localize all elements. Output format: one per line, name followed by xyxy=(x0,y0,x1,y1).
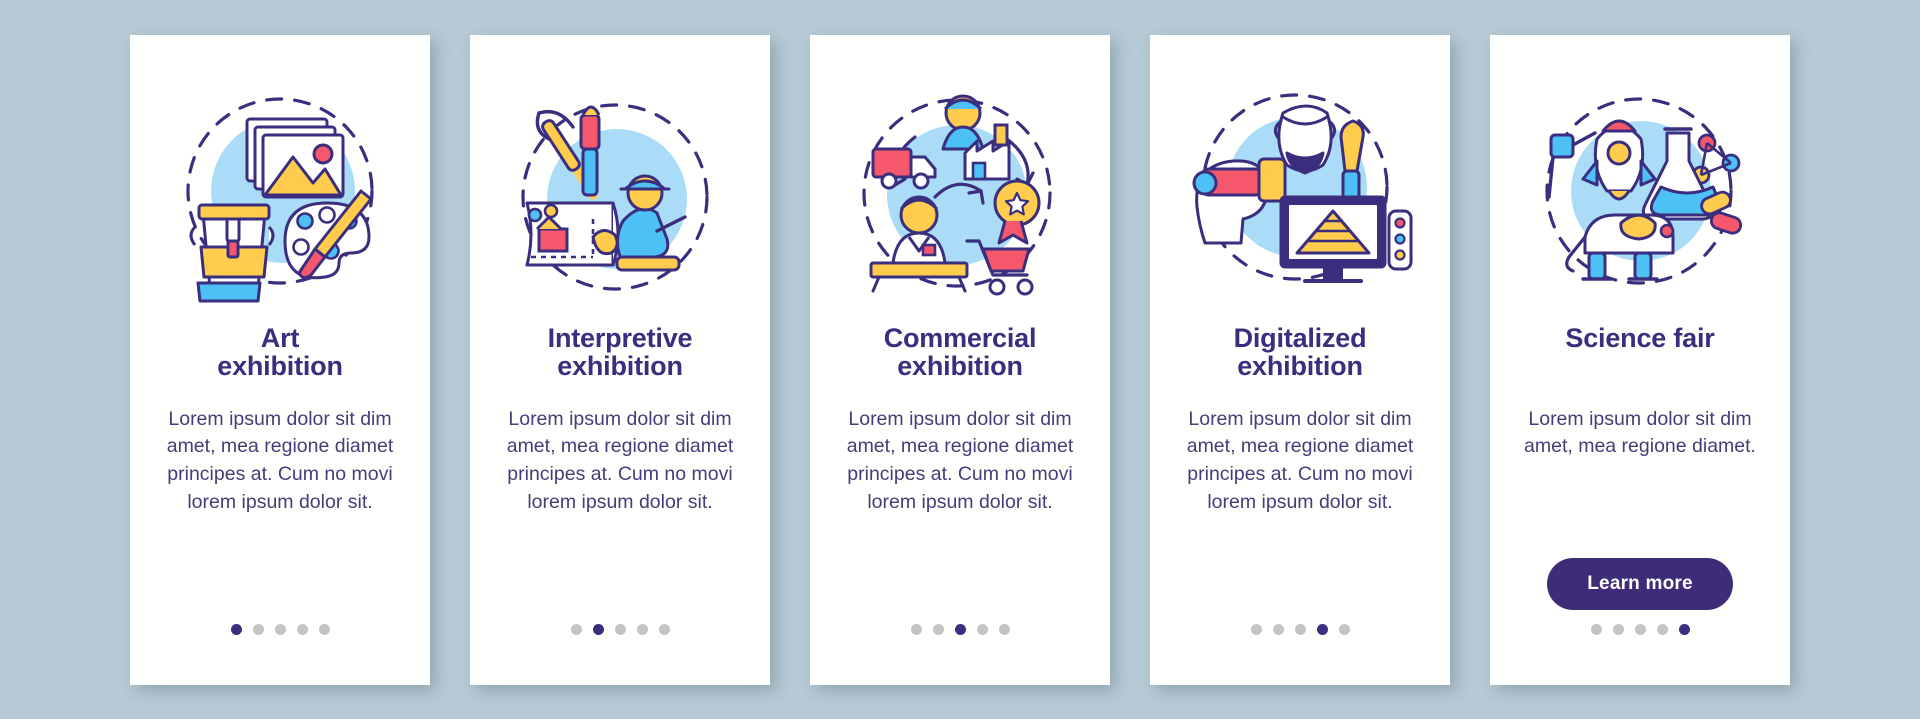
pagination-dot[interactable] xyxy=(592,623,604,635)
art-exhibition-illustration xyxy=(165,91,395,306)
card-title-line2: exhibition xyxy=(557,351,683,382)
pagination-dots[interactable] xyxy=(570,623,670,635)
digitalized-exhibition-illustration xyxy=(1185,91,1415,306)
pagination-dot[interactable] xyxy=(658,623,670,635)
pagination-dots[interactable] xyxy=(1250,623,1350,635)
card-title: Digitalized exhibition xyxy=(1220,322,1381,384)
card-description: Lorem ipsum dolor sit dim amet, mea regi… xyxy=(166,407,394,513)
pagination-dot[interactable] xyxy=(570,623,582,635)
onboarding-card-art-exhibition[interactable]: Art exhibition Lorem ipsum dolor sit dim… xyxy=(130,34,430,685)
card-description: Lorem ipsum dolor sit dim amet, mea regi… xyxy=(506,407,734,513)
onboarding-screens-board: Art exhibition Lorem ipsum dolor sit dim… xyxy=(0,0,1920,719)
pagination-dot[interactable] xyxy=(230,623,242,635)
pagination-dot[interactable] xyxy=(1316,623,1328,635)
card-title-line2: exhibition xyxy=(897,351,1023,382)
card-title-line1: Science fair xyxy=(1565,322,1715,353)
card-title-line1: Digitalized xyxy=(1233,322,1367,353)
pagination-dots[interactable] xyxy=(910,623,1010,635)
science-fair-illustration xyxy=(1525,91,1755,306)
pagination-dot[interactable] xyxy=(1338,623,1350,635)
onboarding-card-digitalized-exhibition[interactable]: Digitalized exhibition Lorem ipsum dolor… xyxy=(1150,34,1450,685)
pagination-dot[interactable] xyxy=(252,623,264,635)
pagination-dot[interactable] xyxy=(1294,623,1306,635)
card-title-line2: exhibition xyxy=(217,351,343,382)
card-description: Lorem ipsum dolor sit dim amet, mea regi… xyxy=(846,407,1074,513)
card-title-line1: Interpretive xyxy=(547,322,693,353)
pagination-dot[interactable] xyxy=(1612,623,1624,635)
onboarding-card-interpretive-exhibition[interactable]: Interpretive exhibition Lorem ipsum dolo… xyxy=(470,34,770,685)
pagination-dot[interactable] xyxy=(1656,623,1668,635)
learn-more-button[interactable]: Learn more xyxy=(1547,557,1733,610)
pagination-dots[interactable] xyxy=(1590,623,1690,635)
pagination-dot[interactable] xyxy=(1590,623,1602,635)
pagination-dot[interactable] xyxy=(614,623,626,635)
interpretive-exhibition-illustration xyxy=(505,91,735,306)
pagination-dot[interactable] xyxy=(1272,623,1284,635)
card-title-line2: exhibition xyxy=(1237,351,1363,382)
pagination-dot[interactable] xyxy=(976,623,988,635)
card-title: Commercial exhibition xyxy=(870,322,1051,384)
pagination-dot[interactable] xyxy=(932,623,944,635)
card-title-line1: Commercial xyxy=(883,322,1037,353)
card-description: Lorem ipsum dolor sit dim amet, mea regi… xyxy=(1186,407,1414,513)
pagination-dot[interactable] xyxy=(274,623,286,635)
pagination-dot[interactable] xyxy=(296,623,308,635)
pagination-dots[interactable] xyxy=(230,623,330,635)
onboarding-card-commercial-exhibition[interactable]: Commercial exhibition Lorem ipsum dolor … xyxy=(810,34,1110,685)
pagination-dot[interactable] xyxy=(1678,623,1690,635)
commercial-exhibition-illustration xyxy=(845,91,1075,306)
card-title: Science fair xyxy=(1551,322,1728,384)
pagination-dot[interactable] xyxy=(318,623,330,635)
pagination-dot[interactable] xyxy=(1250,623,1262,635)
card-description: Lorem ipsum dolor sit dim amet, mea regi… xyxy=(1524,407,1756,458)
pagination-dot[interactable] xyxy=(954,623,966,635)
card-title: Interpretive exhibition xyxy=(534,322,707,384)
pagination-dot[interactable] xyxy=(910,623,922,635)
pagination-dot[interactable] xyxy=(1634,623,1646,635)
pagination-dot[interactable] xyxy=(998,623,1010,635)
pagination-dot[interactable] xyxy=(636,623,648,635)
card-title: Art exhibition xyxy=(203,322,357,384)
onboarding-card-science-fair[interactable]: Science fair Lorem ipsum dolor sit dim a… xyxy=(1490,34,1790,685)
card-title-line1: Art xyxy=(260,322,300,353)
